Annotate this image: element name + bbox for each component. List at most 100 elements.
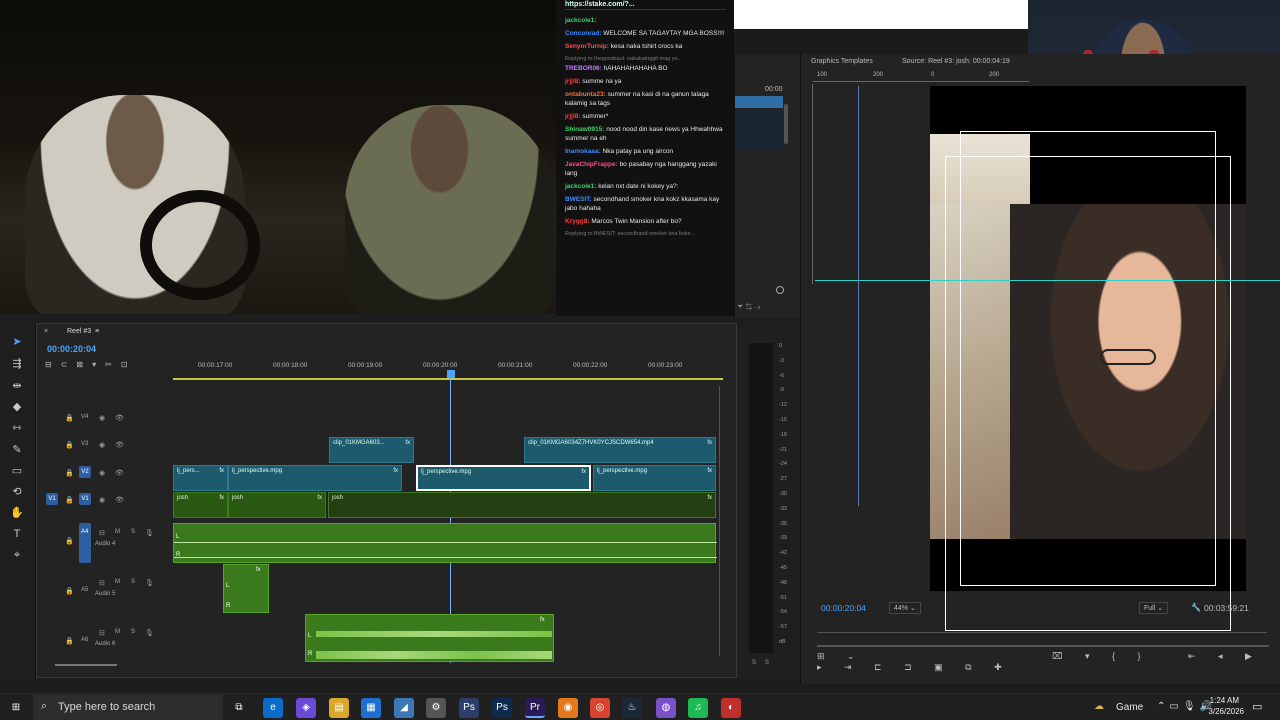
clip-v2-d[interactable]: lj_perspective.mpg fx	[593, 465, 716, 491]
app-ps-blue-icon[interactable]: Ps	[459, 698, 479, 718]
obs-icon[interactable]: ◉	[558, 698, 578, 718]
chat-message: jrjjl8: summe na ya	[565, 78, 622, 85]
clip-v1-a[interactable]: josh fx	[173, 492, 228, 518]
chat-message: Inamokaaa: Nka patay pa ung aircon	[565, 148, 674, 155]
discord-icon[interactable]: ◍	[656, 698, 676, 718]
wrench-icon[interactable]: 🔧	[1191, 603, 1201, 612]
solo-button-right[interactable]: S	[765, 660, 769, 666]
tab-graphics-templates[interactable]: Graphics Templates	[811, 58, 873, 65]
photoshop-icon[interactable]: Ps	[492, 698, 512, 718]
meter-tick: -9	[779, 387, 784, 394]
live-chat-panel: https://stake.com/?... jackcole1: Concon…	[556, 0, 734, 316]
rotate-icon[interactable]: ⟲	[10, 485, 24, 499]
audio-clip-a6[interactable]: L R fx	[305, 614, 554, 662]
blank-white-area	[734, 0, 1028, 29]
program-ruler: 100 200 0 200	[813, 72, 1029, 82]
caption-icon[interactable]: ⌖	[10, 548, 24, 562]
search-icon: ⌕	[41, 700, 48, 712]
timeline-horizontal-scrollbar[interactable]	[55, 664, 117, 666]
program-video-frame	[930, 86, 1246, 631]
clip-v2-b[interactable]: lj_perspective.mpg fx	[228, 465, 402, 491]
clip-v3-b[interactable]: clip_01KMGA6034Z7HVK0YCJSCDW654.mp4 fx	[524, 437, 716, 463]
chat-message: Krygg8: Marcos Twin Mansion after bo?	[565, 218, 682, 225]
clip-v2-selected[interactable]: lj_perspective.mpg fx	[416, 465, 591, 491]
source-scrollbar[interactable]	[784, 104, 788, 144]
rectangle-icon[interactable]: ▭	[10, 464, 24, 478]
taskbar-search-box[interactable]: ⌕ Type here to search	[33, 695, 223, 720]
program-mini-timeline[interactable]	[817, 627, 1267, 633]
track-select-icon[interactable]: ⇶	[10, 357, 24, 371]
chat-message: TREBOR06: hAHAHAHAHAHA BO	[565, 65, 668, 72]
timeline-vertical-scrollbar[interactable]	[719, 386, 725, 656]
panel-header-strip	[734, 29, 1028, 54]
game-mode-icon[interactable]: ☁	[1094, 701, 1104, 712]
chat-link[interactable]: https://stake.com/?...	[565, 0, 726, 10]
meter-tick: -30	[779, 491, 787, 497]
source-monitor-panel: 00:00 ⏷ ⇆ ⇢	[734, 54, 800, 318]
playhead-handle[interactable]	[447, 370, 455, 378]
pen-icon[interactable]: ✎	[10, 443, 24, 457]
chat-message: Shinaw0915: nood nood din kase news ya H…	[565, 126, 723, 142]
copilot-icon[interactable]: ◈	[296, 698, 316, 718]
audio-clip-a4[interactable]: L R	[173, 523, 717, 563]
guide-line-horizontal[interactable]	[815, 280, 1280, 281]
timeline-timecode[interactable]: 00:00:20:04	[47, 344, 96, 354]
meter-tick: -33	[779, 505, 787, 512]
premiere-pro-icon[interactable]: Pr	[525, 698, 545, 718]
steam-icon[interactable]: ♨	[622, 698, 642, 718]
edge-icon[interactable]: e	[263, 698, 283, 718]
task-view-icon[interactable]: ⧉	[229, 698, 249, 718]
quality-select[interactable]: Full ⌄	[1139, 602, 1169, 614]
recording-app-icon[interactable]: ◐	[721, 698, 741, 718]
audio-clip-a5[interactable]: L R fx	[223, 564, 269, 613]
meter-tick: -6	[779, 372, 784, 379]
solo-button-left[interactable]: S	[752, 660, 756, 666]
program-duration: 00:03:59:21	[1204, 603, 1249, 613]
selection-tool-icon[interactable]: ➤	[10, 335, 24, 349]
windows-taskbar: ⊞ ⌕ Type here to search ⧉ e ◈ ▤ ▦ ◢ ⚙ Ps…	[0, 693, 1280, 720]
notification-icon[interactable]: ▭	[1252, 700, 1262, 713]
game-mode-label[interactable]: Game	[1116, 702, 1143, 713]
app-icon[interactable]: ◢	[394, 698, 414, 718]
meter-tick: -24	[779, 461, 787, 468]
store-icon[interactable]: ▦	[361, 698, 381, 718]
windows-start-icon[interactable]: ⊞	[6, 698, 26, 718]
slip-icon[interactable]: ⇿	[10, 421, 24, 435]
meter-tick: -21	[779, 446, 787, 453]
meter-tick: -3	[779, 357, 784, 364]
zoom-select[interactable]: 44% ⌄	[889, 602, 921, 614]
clip-v1-b[interactable]: josh fx	[228, 492, 326, 518]
program-timecode[interactable]: 00:00:20:04	[821, 603, 866, 613]
chrome-icon[interactable]: ◎	[590, 698, 610, 718]
timeline-toolbar[interactable]: ⊟⊂⊠▾✂⊡	[45, 360, 137, 369]
webcam-car-feed	[0, 0, 556, 314]
clock-time[interactable]: 1:24 AM	[1203, 696, 1239, 705]
source-filter-icon[interactable]: ⏷ ⇆ ⇢	[737, 302, 761, 312]
clip-v1-c[interactable]: josh fx	[328, 492, 716, 518]
settings-icon[interactable]: ⚙	[426, 698, 446, 718]
tab-source[interactable]: Source: Reel #3: josh: 00:00:04:19	[902, 58, 1010, 65]
clock-date[interactable]: 3/26/2026	[1198, 707, 1244, 716]
meter-tick: -18	[779, 431, 787, 438]
spotify-icon[interactable]: ♫	[688, 698, 708, 718]
hand-icon[interactable]: ✋	[10, 506, 24, 520]
transport-controls[interactable]: ⊞ ⌄ ⌧ ▾ { } ⇤ ◂ ▶ ▸ ⇥ ⊏ ⊐ ▣ ⧉ ✚	[817, 651, 1280, 672]
type-icon[interactable]: T	[10, 527, 24, 541]
chat-message: jackcole1:	[565, 17, 597, 24]
ripple-edit-icon[interactable]: ⇹	[10, 379, 24, 393]
meter-tick: -54	[779, 609, 787, 616]
chat-message-list: jackcole1: Conconrad: WELCOME SA TAGAYTA…	[565, 16, 726, 239]
program-zoom-bar[interactable]	[817, 645, 1269, 647]
clip-v3-a[interactable]: clip_01KMGA603... fx	[329, 437, 414, 463]
close-icon[interactable]: ×	[44, 328, 48, 335]
source-zoom-handle[interactable]	[776, 286, 784, 294]
razor-icon[interactable]: ◆	[10, 400, 24, 414]
guide-line-vertical[interactable]	[858, 86, 859, 506]
clip-v2-a[interactable]: lj_pers... fx	[173, 465, 228, 491]
sequence-tab[interactable]: Reel #3 ≡	[67, 328, 99, 335]
source-timecode: 00:00	[765, 86, 783, 93]
chat-message: jackcole1: kelan nxt date ni kokey ya?:	[565, 183, 679, 190]
program-vertical-ruler	[805, 84, 813, 284]
file-explorer-icon[interactable]: ▤	[329, 698, 349, 718]
chat-reply-context: Replying to BWESIT: secondhand smoker kn…	[565, 231, 695, 237]
